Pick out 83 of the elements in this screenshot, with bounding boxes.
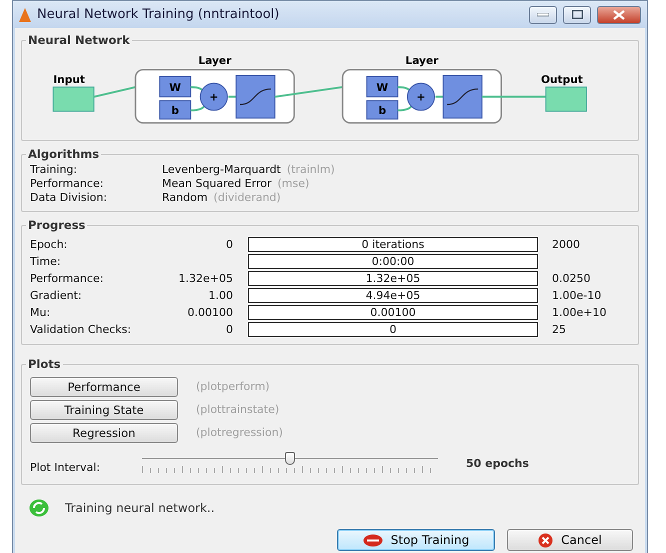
field-label: Data Division: bbox=[30, 191, 108, 205]
sum-symbol: + bbox=[209, 90, 218, 104]
plot-button[interactable]: Training State bbox=[30, 400, 178, 420]
weight-label: W bbox=[169, 80, 182, 94]
interval-reading: 50 epochs bbox=[466, 456, 529, 470]
sum-node bbox=[406, 82, 435, 111]
target-value: 25 bbox=[551, 323, 567, 336]
target-value: 0.0250 bbox=[551, 272, 592, 285]
bias-label: b bbox=[378, 104, 386, 118]
field-label: Validation Checks: bbox=[30, 323, 132, 336]
recycle-icon bbox=[29, 499, 49, 517]
plot-button[interactable]: Regression bbox=[30, 422, 178, 442]
start-value: 1.00 bbox=[208, 289, 234, 302]
field-label: Gradient: bbox=[30, 289, 83, 302]
field-label: Mu: bbox=[30, 306, 52, 319]
connector-line bbox=[482, 96, 546, 98]
progress-reading: 4.94e+05 bbox=[366, 289, 420, 302]
weight-block bbox=[366, 76, 398, 98]
transfer-function-block bbox=[236, 75, 276, 119]
cancel-icon bbox=[538, 532, 554, 548]
start-value: 0.00100 bbox=[186, 306, 234, 319]
connector-line bbox=[94, 86, 136, 98]
output-block bbox=[545, 86, 587, 112]
start-value: 0 bbox=[225, 323, 234, 336]
close-button[interactable] bbox=[597, 6, 641, 24]
input-label: Input bbox=[53, 73, 85, 86]
bias-block bbox=[159, 100, 192, 120]
sum-node bbox=[200, 82, 228, 111]
maximize-button[interactable] bbox=[563, 6, 591, 24]
progress-reading: 0.00100 bbox=[370, 306, 416, 319]
input-block bbox=[52, 86, 94, 112]
stop-icon bbox=[362, 534, 383, 546]
algorithm-name: Levenberg-Marquardt bbox=[162, 163, 281, 176]
interval-slider[interactable] bbox=[142, 451, 438, 475]
field-label: Performance: bbox=[30, 272, 104, 285]
cancel-button[interactable]: Cancel bbox=[507, 529, 633, 551]
algorithm-name: Random bbox=[162, 191, 208, 204]
field-label: Time: bbox=[30, 255, 62, 268]
layer-label: Layer bbox=[198, 54, 232, 67]
bias-label: b bbox=[171, 104, 179, 118]
close-icon bbox=[613, 10, 625, 20]
algorithm-name: Mean Squared Error bbox=[162, 177, 272, 190]
bias-block bbox=[366, 100, 398, 120]
start-value: 0 bbox=[225, 238, 234, 251]
field-label: Epoch: bbox=[30, 238, 68, 251]
layer-label: Layer bbox=[405, 54, 438, 67]
field-label: Performance: bbox=[30, 177, 104, 191]
minimize-icon bbox=[537, 12, 549, 16]
progress-reading: 0 bbox=[390, 323, 396, 336]
minimize-button[interactable] bbox=[529, 6, 557, 24]
stop-training-button[interactable]: Stop Training bbox=[337, 529, 495, 551]
target-value: 1.00e-10 bbox=[551, 289, 602, 302]
panel-title: Plots bbox=[27, 357, 62, 371]
maximize-icon bbox=[572, 10, 582, 19]
function-name: (plottrainstate) bbox=[196, 403, 280, 416]
function-name: (dividerand) bbox=[214, 191, 281, 204]
progress-reading: 0 iterations bbox=[362, 238, 424, 251]
sum-symbol: + bbox=[416, 90, 426, 104]
weight-block bbox=[159, 76, 192, 98]
target-value: 1.00e+10 bbox=[551, 306, 608, 319]
panel-title: Neural Network bbox=[27, 33, 131, 47]
function-name: (mse) bbox=[277, 177, 310, 190]
progress-reading: 0:00:00 bbox=[372, 255, 414, 268]
window-title: Neural Network Training (nntraintool) bbox=[37, 7, 280, 22]
field-label: Plot Interval: bbox=[30, 460, 102, 474]
weight-label: W bbox=[376, 80, 388, 94]
slider-thumb[interactable] bbox=[285, 452, 295, 465]
function-name: (plotregression) bbox=[196, 426, 283, 439]
plot-button[interactable]: Performance bbox=[30, 376, 178, 396]
field-label: Training: bbox=[30, 163, 78, 177]
function-name: (plotperform) bbox=[196, 380, 270, 393]
function-name: (trainlm) bbox=[286, 163, 335, 176]
start-value: 1.32e+05 bbox=[178, 272, 234, 285]
connector-line bbox=[190, 86, 238, 112]
status-text: Training neural network.. bbox=[65, 501, 215, 515]
app-icon bbox=[19, 8, 31, 22]
connector-line bbox=[396, 86, 444, 112]
transfer-function-block bbox=[442, 75, 482, 119]
output-label: Output bbox=[540, 73, 583, 86]
progress-reading: 1.32e+05 bbox=[366, 272, 420, 285]
panel-title: Algorithms bbox=[27, 147, 100, 161]
panel-title: Progress bbox=[27, 218, 86, 232]
target-value: 2000 bbox=[551, 238, 581, 251]
